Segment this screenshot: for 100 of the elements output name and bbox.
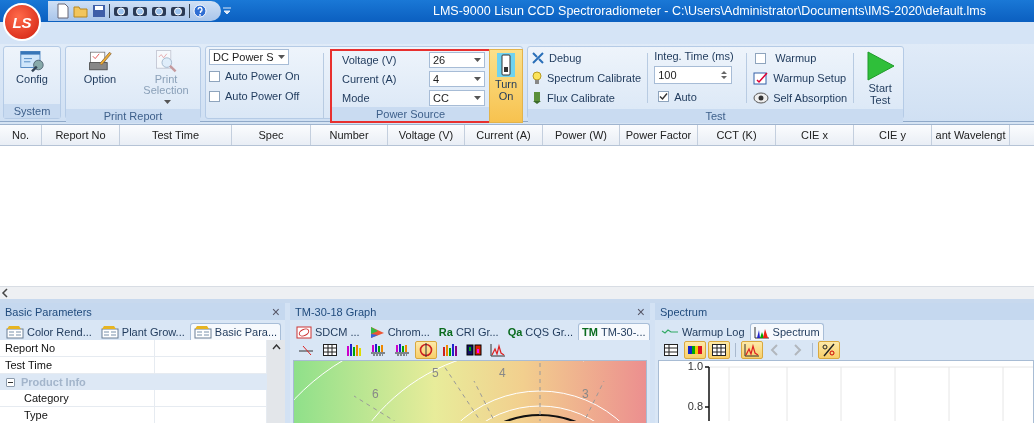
group-caption: Power Source <box>332 107 489 121</box>
panel-tab[interactable]: Color Rend... <box>2 323 96 340</box>
column-header[interactable]: ant Wavelengt <box>932 125 1010 145</box>
lens-icon <box>151 4 167 18</box>
ribbon-action[interactable]: Self Absorption <box>753 88 848 107</box>
panel-tab[interactable]: Plant Grow... <box>96 323 189 340</box>
collapse-toggle[interactable] <box>6 377 15 387</box>
spin-arrows-icon <box>720 69 729 81</box>
group-caption: Test <box>528 109 904 123</box>
percent-icon <box>821 343 837 357</box>
checkbox[interactable] <box>209 90 220 102</box>
eye-icon <box>753 90 770 105</box>
column-header[interactable]: Test Time <box>120 125 232 145</box>
magnifier-page-icon <box>153 49 179 73</box>
window-title: LMS-9000 Lisun CCD Spectroradiometer - C:\Users\Administrator\Documents\IMS-2020\default.lms <box>432 4 987 18</box>
checkbox-label: Auto <box>674 90 697 103</box>
panel-title: Basic Parameters <box>5 305 92 318</box>
column-header[interactable]: Power Factor <box>620 125 698 145</box>
column-header[interactable]: Voltage (V) <box>388 125 465 145</box>
ellipse-chart-icon <box>296 325 312 339</box>
panel-tab[interactable]: Spectrum <box>749 323 824 340</box>
play-icon <box>864 50 897 82</box>
ribbon-action[interactable]: Spectrum Calibrate <box>531 69 642 87</box>
hue-bin-label: 6 <box>372 387 379 401</box>
column-header[interactable]: Number <box>311 125 388 145</box>
checkbox-label: Auto Power Off <box>225 90 300 102</box>
lens-icon <box>113 4 129 18</box>
integration-time-field[interactable]: 100 <box>654 66 733 84</box>
lens-icon <box>170 4 186 18</box>
option-button[interactable]: Option <box>69 49 131 107</box>
panel-tab[interactable]: Chrom... <box>364 323 434 340</box>
close-button[interactable]: × <box>636 304 645 319</box>
column-header[interactable]: CIE x <box>776 125 854 145</box>
color-triangle-icon <box>368 325 385 339</box>
toolbar-button[interactable] <box>708 341 730 359</box>
checkbox[interactable] <box>658 91 670 103</box>
property-name: Category <box>0 390 155 406</box>
hue-bin-label: 3 <box>582 387 589 401</box>
spectrum-chart-icon <box>753 325 770 339</box>
axis-tick-label: 1.0 <box>687 361 703 372</box>
panel-title: Spectrum <box>660 305 708 318</box>
switch-icon <box>496 52 516 78</box>
spectrum-peak-icon <box>490 343 506 357</box>
group-caption: System <box>4 104 60 118</box>
hue-bin-label: 5 <box>432 366 439 380</box>
lens-icon <box>132 4 148 18</box>
device-dropdown[interactable]: DC Power S <box>209 49 289 65</box>
axis-tick-label: 0.8 <box>687 400 703 412</box>
group-caption: Print Report <box>66 109 200 123</box>
grid-icon <box>711 343 727 357</box>
close-button[interactable]: × <box>271 304 280 319</box>
field-label: Mode <box>342 92 371 104</box>
app-logo: LS <box>3 3 41 41</box>
value-dropdown[interactable]: 4 <box>429 71 485 87</box>
field-label: Current (A) <box>342 73 398 85</box>
save-icon <box>92 4 106 18</box>
config-button[interactable]: Config <box>7 49 57 102</box>
value-dropdown[interactable]: CC <box>429 90 485 106</box>
panel-tab[interactable]: Basic Para... <box>189 323 282 340</box>
toolbar-button[interactable] <box>463 341 485 359</box>
document-icon <box>56 3 70 19</box>
column-header[interactable]: Power (W) <box>543 125 620 145</box>
scroll-up-icon <box>271 344 281 350</box>
panel-tab[interactable]: Qa CQS Gr... <box>503 323 578 340</box>
column-header[interactable]: Report No <box>42 125 120 145</box>
field-label: Voltage (V) <box>342 54 398 66</box>
toolbar-button[interactable] <box>684 341 706 359</box>
column-header[interactable]: Current (A) <box>465 125 543 145</box>
color-squares-icon <box>466 343 482 357</box>
panel-tab[interactable]: Warmup Log <box>657 323 749 340</box>
turn-on-button[interactable]: Turn On <box>489 49 523 123</box>
help-icon <box>193 4 207 18</box>
checkbox[interactable] <box>755 52 767 64</box>
config-window-icon <box>19 49 45 73</box>
column-header[interactable]: No. <box>0 125 42 145</box>
caret-icon <box>474 77 481 81</box>
bar-chart-icon <box>370 343 386 357</box>
dropdown-caret-icon <box>221 6 233 16</box>
checkbox[interactable] <box>209 70 220 82</box>
panel-tab[interactable]: SDCM ... <box>292 323 364 340</box>
ribbon-action[interactable]: Warmup Setup <box>753 69 848 87</box>
spectrum-peak-icon <box>744 343 760 357</box>
checkbox-label: Auto Power On <box>225 70 300 82</box>
property-name: Report No <box>0 340 155 356</box>
color-bar-icon <box>687 343 703 357</box>
column-header[interactable]: CCT (K) <box>698 125 776 145</box>
toolbar-button[interactable] <box>818 341 840 359</box>
column-header[interactable]: CIE y <box>854 125 932 145</box>
panel-tab[interactable]: TM TM-30-... <box>578 323 650 340</box>
table-icon <box>663 343 679 357</box>
ribbon-action[interactable]: Flux Calibrate <box>531 88 642 107</box>
start-test-button[interactable]: Start Test <box>860 49 901 107</box>
panel-tab[interactable]: Ra CRI Gr... <box>434 323 503 340</box>
property-name: Type <box>0 407 155 423</box>
caret-icon <box>278 55 285 59</box>
value-dropdown[interactable]: 26 <box>429 52 485 68</box>
column-header[interactable]: Spec <box>232 125 311 145</box>
property-name: Test Time <box>0 357 155 373</box>
ribbon-action[interactable]: Debug <box>531 49 642 68</box>
chevron-left-icon <box>0 288 10 298</box>
